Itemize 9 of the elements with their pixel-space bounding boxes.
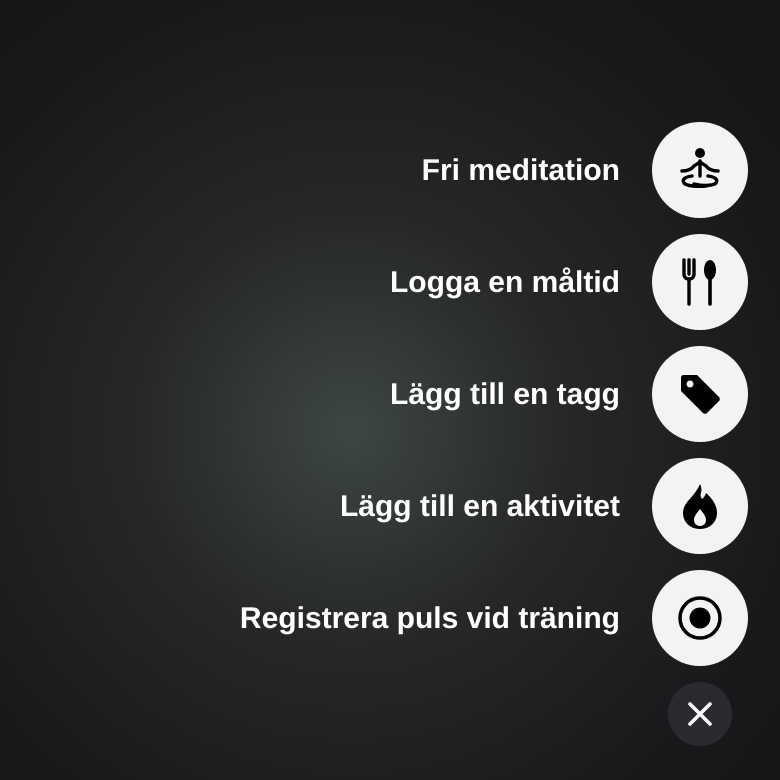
action-label[interactable]: Logga en måltid [390,260,620,304]
action-label[interactable]: Lägg till en aktivitet [340,484,620,528]
flame-icon [681,482,719,530]
tag-icon [678,372,722,416]
close-icon [687,701,713,727]
target-icon [677,595,723,641]
action-label[interactable]: Fri meditation [422,148,620,192]
action-label[interactable]: Lägg till en tagg [390,372,620,416]
action-label[interactable]: Registrera puls vid träning [240,596,620,640]
